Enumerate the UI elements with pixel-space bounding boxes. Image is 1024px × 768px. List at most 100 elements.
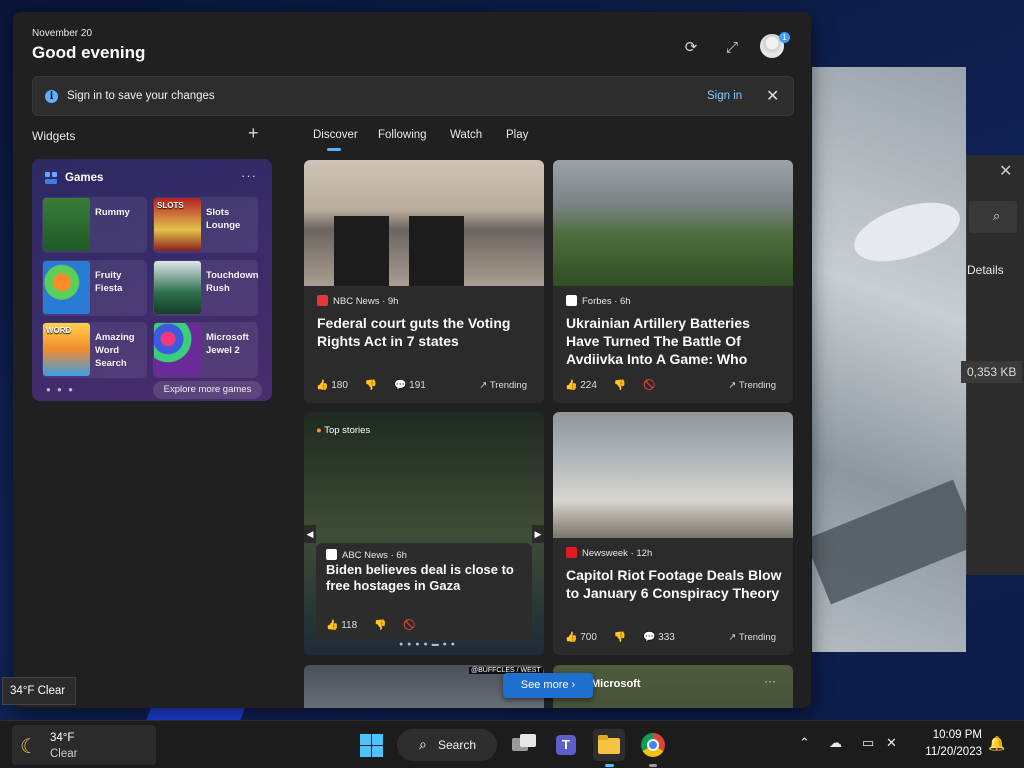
tab-watch[interactable]: Watch: [450, 129, 482, 141]
game-tile-rummy[interactable]: Rummy: [42, 197, 147, 253]
card-title[interactable]: Biden believes deal is close to free hos…: [326, 562, 522, 594]
game-name: Slots Lounge: [206, 207, 241, 231]
like-icon[interactable]: 👍 118: [326, 620, 357, 631]
carousel-prev-icon[interactable]: ◀: [304, 525, 316, 543]
dislike-icon[interactable]: 👎: [614, 380, 626, 391]
background-image-shape: [812, 479, 966, 605]
dislike-icon[interactable]: 👎: [614, 632, 626, 643]
clock-date[interactable]: 11/20/2023: [912, 746, 982, 758]
trending-label: ↗ Trending: [479, 380, 527, 391]
card-title[interactable]: Ukrainian Artillery Batteries Have Turne…: [566, 314, 782, 368]
profile-notification-badge: 1: [779, 32, 790, 43]
game-tile-slots-lounge[interactable]: SLOTS Slots Lounge: [153, 197, 258, 253]
microsoft-label: Microsoft: [591, 678, 641, 690]
tab-following[interactable]: Following: [378, 129, 427, 141]
volume-muted-icon[interactable]: ✕: [886, 735, 897, 751]
dislike-icon[interactable]: 👎: [365, 380, 377, 391]
file-explorer-icon[interactable]: [593, 729, 625, 761]
explore-more-games-button[interactable]: Explore more games: [153, 381, 262, 399]
comment-icon[interactable]: 💬 333: [643, 632, 675, 643]
game-tile-touchdown-rush[interactable]: Touchdown Rush: [153, 260, 259, 316]
newsweek-logo-icon: [566, 547, 577, 558]
game-tile-jewel-2[interactable]: Microsoft Jewel 2: [153, 322, 258, 378]
tab-discover[interactable]: Discover: [313, 129, 358, 141]
task-view-icon[interactable]: [508, 729, 540, 761]
tab-play[interactable]: Play: [506, 129, 528, 141]
games-pager-dots[interactable]: ● ● ●: [46, 385, 75, 394]
refresh-icon[interactable]: ⟳: [679, 36, 703, 60]
nbc-logo-icon: [317, 295, 328, 306]
card-source: ABC News · 6h: [326, 549, 407, 561]
card-title[interactable]: Capitol Riot Footage Deals Blow to Janua…: [566, 566, 782, 602]
comment-icon[interactable]: 💬 191: [394, 380, 426, 391]
explorer-running-indicator: [605, 764, 614, 767]
card-stats: 👍 118 👎 🚫: [326, 620, 430, 631]
clock-time[interactable]: 10:09 PM: [920, 729, 982, 741]
info-icon: i: [45, 90, 58, 103]
widgets-panel: November 20 Good evening ⟳ ⤢ 1 i Sign in…: [13, 12, 811, 708]
more-options-icon[interactable]: ···: [764, 674, 776, 688]
signin-link[interactable]: Sign in: [707, 90, 742, 102]
background-properties-dialog[interactable]: ✕ ⌕ Details 0,353 KB: [961, 155, 1024, 575]
games-widget: Games ··· Rummy SLOTS Slots Lounge Fruit…: [32, 159, 272, 401]
dislike-icon[interactable]: 👎: [374, 620, 386, 631]
card-source: Forbes · 6h: [566, 295, 631, 307]
teams-icon[interactable]: T: [550, 729, 582, 761]
voting-booth-shape: [409, 216, 464, 286]
taskbar-search[interactable]: ⌕ Search: [397, 729, 497, 761]
card-source: Newsweek · 12h: [566, 547, 652, 559]
card-stats: 👍 700 👎 💬 333: [565, 632, 689, 643]
close-icon[interactable]: ✕: [766, 86, 779, 106]
dialog-file-size: 0,353 KB: [961, 361, 1023, 383]
notification-bell-icon[interactable]: 🔔: [988, 735, 1005, 752]
add-widget-icon[interactable]: +: [248, 123, 259, 144]
dialog-search-button[interactable]: ⌕: [969, 201, 1017, 233]
hide-comments-icon[interactable]: 🚫: [643, 380, 655, 391]
network-icon[interactable]: ▭: [862, 735, 874, 751]
header-greeting: Good evening: [32, 43, 146, 62]
more-options-icon[interactable]: ···: [241, 168, 257, 183]
hide-comments-icon[interactable]: 🚫: [403, 620, 415, 631]
jewel-thumbnail: [154, 323, 201, 376]
game-name: Touchdown Rush: [206, 270, 259, 294]
expand-icon[interactable]: ⤢: [720, 36, 744, 60]
game-tile-fruity-fiesta[interactable]: Fruity Fiesta: [42, 260, 147, 316]
like-icon[interactable]: 👍 180: [316, 380, 348, 391]
like-icon[interactable]: 👍 700: [565, 632, 597, 643]
search-label: Search: [438, 738, 477, 752]
weather-widget-button[interactable]: ☾ 34°F Clear: [12, 725, 156, 765]
weather-tooltip: 34°F Clear: [2, 677, 76, 705]
game-tile-word-search[interactable]: WORD Amazing Word Search: [42, 322, 147, 378]
fire-icon: ●: [316, 425, 322, 436]
news-card-capitol[interactable]: Newsweek · 12h Capitol Riot Footage Deal…: [553, 412, 793, 655]
news-card-voting[interactable]: NBC News · 9h Federal court guts the Vot…: [304, 160, 544, 403]
start-button[interactable]: [355, 729, 387, 761]
background-image-window[interactable]: [812, 67, 966, 652]
carousel-next-icon[interactable]: ▶: [532, 525, 544, 543]
dialog-close-icon[interactable]: ✕: [999, 161, 1012, 181]
touchdown-thumbnail: [154, 261, 201, 314]
chrome-icon[interactable]: [637, 729, 669, 761]
artillery-image: [553, 160, 793, 286]
active-tab-indicator: [327, 148, 341, 151]
card-title[interactable]: Federal court guts the Voting Rights Act…: [317, 314, 531, 350]
weather-condition: Clear: [50, 748, 78, 760]
like-icon[interactable]: 👍 224: [565, 380, 597, 391]
game-name: Rummy: [95, 207, 130, 218]
card-stats: 👍 224 👎 🚫: [565, 380, 669, 391]
chevron-up-icon[interactable]: ⌃: [799, 735, 810, 751]
games-title: Games: [65, 172, 104, 184]
carousel-pager[interactable]: ● ● ● ● ▬ ● ●: [399, 641, 456, 648]
card-stats: 👍 180 👎 💬 191: [316, 380, 440, 391]
search-icon: ⌕: [993, 208, 1001, 223]
see-more-button[interactable]: See more ›: [503, 673, 593, 698]
news-card-artillery[interactable]: Forbes · 6h Ukrainian Artillery Batterie…: [553, 160, 793, 403]
onedrive-icon[interactable]: ☁: [829, 735, 842, 751]
rummy-thumbnail: [43, 198, 90, 251]
forbes-logo-icon: [566, 295, 577, 306]
search-icon: ⌕: [419, 736, 427, 752]
news-card-biden[interactable]: ● Top stories ◀ ▶ ABC News · 6h Biden be…: [304, 412, 544, 655]
signin-banner: i Sign in to save your changes Sign in ✕: [32, 76, 794, 116]
dialog-details-label[interactable]: Details: [967, 263, 1004, 277]
games-icon: [45, 172, 57, 184]
